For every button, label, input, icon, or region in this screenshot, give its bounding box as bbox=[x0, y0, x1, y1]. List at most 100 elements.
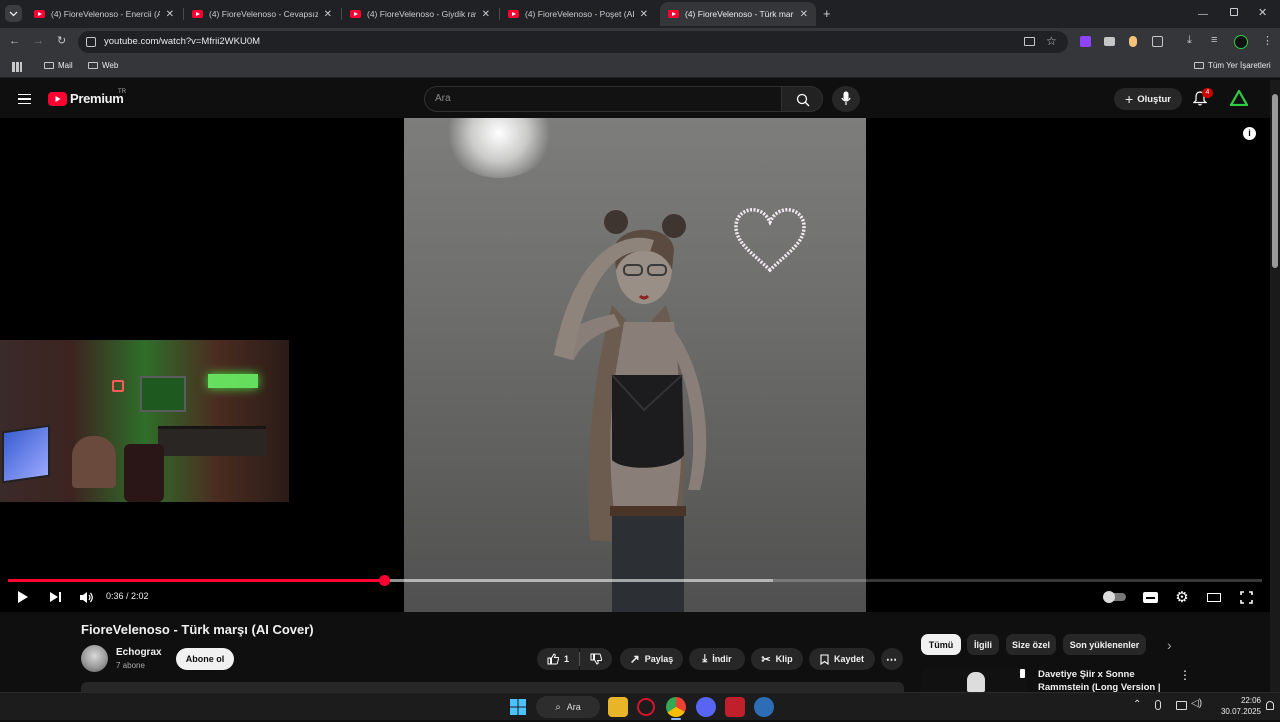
reload-icon[interactable]: ↻ bbox=[57, 34, 66, 47]
site-info-icon[interactable] bbox=[86, 37, 96, 47]
like-button[interactable]: 1 bbox=[537, 648, 579, 670]
settings-button[interactable]: ⚙ bbox=[1173, 587, 1191, 607]
subscribe-button[interactable]: Abone ol bbox=[176, 648, 234, 670]
extension-icon[interactable] bbox=[1080, 36, 1091, 47]
camera-extension-icon[interactable] bbox=[1104, 37, 1115, 46]
taskbar-search[interactable]: ⌕ Ara bbox=[536, 696, 600, 718]
fullscreen-button[interactable] bbox=[1237, 587, 1255, 607]
close-icon[interactable]: ✕ bbox=[482, 9, 490, 20]
all-bookmarks[interactable]: Tüm Yer İşaretleri bbox=[1194, 61, 1271, 70]
clip-button[interactable]: ✂ Klip bbox=[751, 648, 803, 670]
notifications-button[interactable]: 4 bbox=[1192, 88, 1213, 107]
chip-recently-uploaded[interactable]: Son yüklenenler bbox=[1063, 634, 1146, 655]
fullscreen-icon bbox=[1239, 590, 1253, 604]
windows-logo-icon bbox=[510, 699, 526, 715]
scissors-icon: ✂ bbox=[761, 653, 771, 666]
start-button[interactable] bbox=[508, 697, 528, 717]
clock[interactable]: 22:06 30.07.2025 bbox=[1205, 695, 1261, 717]
search-button[interactable] bbox=[781, 86, 823, 112]
dislike-button[interactable] bbox=[580, 648, 612, 670]
close-icon[interactable]: ✕ bbox=[166, 9, 174, 20]
video-player[interactable]: i 0:36 / 2:02 ⚙ bbox=[0, 118, 1270, 612]
progress-bar[interactable] bbox=[8, 579, 1262, 582]
more-actions-button[interactable]: ⋯ bbox=[881, 648, 903, 670]
thumbs-down-icon bbox=[590, 653, 602, 665]
extension-icon[interactable] bbox=[1129, 36, 1137, 47]
related-more-icon[interactable]: ⋮ bbox=[1179, 668, 1191, 682]
chrome-icon[interactable] bbox=[666, 697, 686, 717]
autoplay-toggle[interactable] bbox=[1103, 587, 1127, 607]
close-icon[interactable]: ✕ bbox=[800, 9, 808, 20]
search-box[interactable]: Ara bbox=[424, 86, 782, 112]
chip-all[interactable]: Tümü bbox=[921, 634, 961, 655]
bookmark-star-icon[interactable]: ☆ bbox=[1046, 34, 1057, 48]
hamburger-menu-icon[interactable] bbox=[18, 94, 31, 104]
create-label: Oluştur bbox=[1137, 93, 1171, 105]
forward-icon[interactable]: → bbox=[33, 35, 44, 47]
download-icon[interactable]: ⤓ bbox=[1187, 34, 1192, 47]
account-avatar[interactable] bbox=[1229, 88, 1249, 111]
microphone-tray-icon[interactable] bbox=[1155, 700, 1161, 710]
file-explorer-icon[interactable] bbox=[608, 697, 628, 717]
browser-tab[interactable]: (4) FioreVelenoso - Giydik raver ✕ bbox=[342, 2, 498, 26]
browser-tab[interactable]: (4) FioreVelenoso - Poşet (AI Co ✕ bbox=[500, 2, 656, 26]
search-input[interactable]: Ara bbox=[435, 93, 451, 104]
chevron-up-icon[interactable]: ⌃ bbox=[1133, 699, 1141, 710]
browser-menu-icon[interactable]: ⋮ bbox=[1262, 34, 1273, 47]
volume-button[interactable] bbox=[77, 587, 95, 607]
new-tab-button[interactable]: + bbox=[823, 6, 831, 21]
tab-label: (4) FioreVelenoso - Cevapsız ça bbox=[209, 9, 318, 19]
page-scrollbar[interactable] bbox=[1270, 80, 1280, 692]
scrollbar-thumb[interactable] bbox=[1272, 94, 1278, 268]
create-button[interactable]: + Oluştur bbox=[1114, 88, 1182, 110]
play-button[interactable] bbox=[14, 587, 32, 607]
chip-for-you[interactable]: Size özel bbox=[1006, 634, 1056, 655]
minimize-icon[interactable]: — bbox=[1198, 9, 1208, 20]
video-title: FioreVelenoso - Türk marşı (AI Cover) bbox=[81, 622, 314, 637]
close-icon[interactable]: ✕ bbox=[640, 9, 648, 20]
media-controls-icon[interactable]: ≡ bbox=[1211, 34, 1217, 46]
browser-tab[interactable]: (4) FioreVelenoso - Enercii (AI Co ✕ bbox=[26, 2, 182, 26]
bookmark-mail[interactable]: Mail bbox=[44, 61, 73, 70]
app-icon[interactable] bbox=[754, 697, 774, 717]
next-button[interactable] bbox=[46, 587, 64, 607]
related-video-thumbnail[interactable] bbox=[921, 668, 1027, 692]
description-box[interactable] bbox=[81, 682, 904, 692]
restore-icon[interactable] bbox=[1230, 8, 1238, 16]
related-video-title[interactable]: Davetiye Şiir x Sonne Rammstein (Long Ve… bbox=[1038, 668, 1173, 692]
apps-grid-icon[interactable] bbox=[12, 62, 22, 72]
triangle-logo-icon bbox=[1229, 88, 1249, 107]
window-close-icon[interactable]: ✕ bbox=[1258, 6, 1267, 19]
app-icon[interactable] bbox=[725, 697, 745, 717]
opera-icon[interactable] bbox=[637, 698, 655, 716]
subtitles-button[interactable] bbox=[1141, 587, 1159, 607]
bookmark-web[interactable]: Web bbox=[88, 61, 118, 70]
download-button[interactable]: ⤓ İndir bbox=[689, 648, 745, 670]
folder-icon bbox=[44, 62, 54, 69]
channel-name[interactable]: Echograx bbox=[116, 647, 162, 658]
close-icon[interactable]: ✕ bbox=[324, 9, 332, 20]
progress-scrubber[interactable] bbox=[379, 575, 391, 586]
share-button[interactable]: ↗ Paylaş bbox=[620, 648, 683, 670]
save-button[interactable]: Kaydet bbox=[809, 648, 875, 670]
bookmark-label: Web bbox=[102, 61, 119, 70]
speaker-tray-icon[interactable]: ◁) bbox=[1191, 698, 1202, 709]
profile-avatar[interactable] bbox=[1234, 35, 1248, 49]
install-app-icon[interactable] bbox=[1024, 37, 1035, 46]
channel-avatar[interactable] bbox=[81, 645, 108, 672]
discord-icon[interactable] bbox=[696, 697, 716, 717]
voice-search-button[interactable] bbox=[832, 86, 860, 112]
address-bar[interactable]: youtube.com/watch?v=Mfrii2WKU0M ☆ bbox=[78, 31, 1068, 53]
extensions-puzzle-icon[interactable] bbox=[1152, 36, 1163, 47]
tab-search-button[interactable] bbox=[5, 5, 22, 22]
display-tray-icon[interactable] bbox=[1176, 701, 1187, 710]
info-icon[interactable]: i bbox=[1243, 127, 1256, 140]
chevron-right-icon[interactable]: › bbox=[1167, 637, 1172, 653]
browser-tab[interactable]: (4) FioreVelenoso - Cevapsız ça ✕ bbox=[184, 2, 340, 26]
back-icon[interactable]: ← bbox=[9, 35, 20, 47]
notification-bell-icon[interactable] bbox=[1266, 701, 1274, 710]
chip-related[interactable]: İlgili bbox=[967, 634, 999, 655]
youtube-logo[interactable]: Premium bbox=[48, 91, 124, 106]
theater-mode-button[interactable] bbox=[1205, 587, 1223, 607]
browser-tab-active[interactable]: (4) FioreVelenoso - Türk marşı (✕ bbox=[660, 2, 816, 26]
